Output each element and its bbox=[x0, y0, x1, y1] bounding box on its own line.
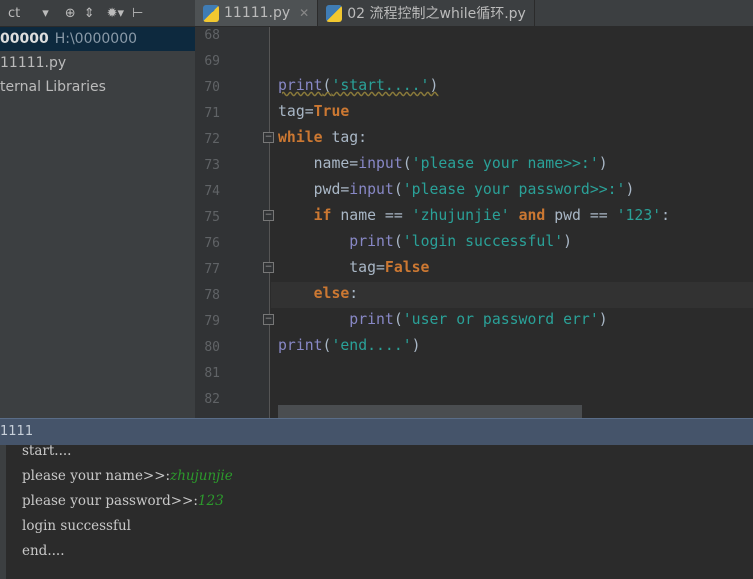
line-number: 68 bbox=[204, 28, 220, 43]
line-number: 73 bbox=[204, 158, 220, 173]
project-sidebar: ct ▾ ⊕ ⇕ ✹▾ ⊢ 00000 H:\0000000 11111.py t… bbox=[0, 0, 195, 418]
code-line-74: pwd=input('please your password>>:') bbox=[278, 181, 635, 198]
python-file-icon bbox=[326, 4, 343, 22]
fold-icon[interactable]: − bbox=[263, 210, 274, 221]
gear-icon[interactable]: ✹▾ bbox=[107, 6, 124, 21]
output-line: please your password>>:123 bbox=[22, 493, 224, 509]
code-line-76: print('login successful') bbox=[349, 233, 573, 250]
code-line-71: tag=True bbox=[278, 103, 350, 120]
close-icon[interactable]: ✕ bbox=[299, 6, 309, 20]
tree-item-external-libraries[interactable]: ternal Libraries bbox=[0, 75, 195, 99]
code-line-70: print('start....') bbox=[278, 77, 439, 94]
line-number: 79 bbox=[204, 314, 220, 329]
tree-item-file[interactable]: 11111.py bbox=[0, 51, 195, 75]
code-line-78: else: bbox=[313, 285, 359, 302]
locate-icon[interactable]: ⊕ bbox=[65, 6, 76, 21]
line-number: 81 bbox=[204, 366, 220, 381]
fold-icon[interactable]: − bbox=[263, 262, 274, 273]
console-toolbar bbox=[0, 445, 6, 579]
line-number: 74 bbox=[204, 184, 220, 199]
project-view-dropdown[interactable]: ct bbox=[8, 6, 20, 21]
code-line-80: print('end....') bbox=[278, 337, 421, 354]
output-line: end.... bbox=[22, 543, 65, 559]
project-root[interactable]: 00000 H:\0000000 bbox=[0, 27, 195, 51]
code-line-77: tag=False bbox=[278, 259, 430, 276]
tab-while-loop[interactable]: 02 流程控制之while循环.py bbox=[318, 0, 535, 26]
line-number: 69 bbox=[204, 54, 220, 69]
line-number: 70 bbox=[204, 80, 220, 95]
code-line-79: print('user or password err') bbox=[349, 311, 608, 328]
output-line: start.... bbox=[22, 443, 72, 459]
run-console[interactable]: start.... please your name>>:zhujunjie p… bbox=[0, 443, 753, 579]
horizontal-scrollbar[interactable] bbox=[278, 405, 582, 418]
code-line-73: name=input('please your name>>:') bbox=[278, 155, 608, 172]
fold-icon[interactable]: − bbox=[263, 314, 274, 325]
editor-tabs: 11111.py ✕ 02 流程控制之while循环.py bbox=[195, 0, 753, 27]
line-number: 78 bbox=[204, 288, 220, 303]
run-panel-header: 1111 bbox=[0, 418, 753, 445]
fold-icon[interactable]: − bbox=[263, 132, 274, 143]
line-number: 82 bbox=[204, 392, 220, 407]
line-number: 71 bbox=[204, 106, 220, 121]
line-number: 76 bbox=[204, 236, 220, 251]
hide-icon[interactable]: ⊢ bbox=[132, 6, 143, 21]
code-line-72: while tag: bbox=[278, 129, 368, 146]
line-number: 80 bbox=[204, 340, 220, 355]
tab-11111[interactable]: 11111.py ✕ bbox=[195, 0, 319, 26]
output-line: please your name>>:zhujunjie bbox=[22, 468, 233, 484]
collapse-icon[interactable]: ⇕ bbox=[84, 6, 95, 21]
line-number: 77 bbox=[204, 262, 220, 277]
sidebar-toolbar: ct ▾ ⊕ ⇕ ✹▾ ⊢ bbox=[0, 0, 195, 27]
line-number: 72 bbox=[204, 132, 220, 147]
output-line: login successful bbox=[22, 518, 131, 534]
chevron-down-icon[interactable]: ▾ bbox=[42, 6, 49, 21]
code-line-75: if name == 'zhujunjie' and pwd == '123': bbox=[313, 207, 671, 224]
python-file-icon bbox=[203, 4, 219, 22]
line-number: 75 bbox=[204, 210, 220, 225]
